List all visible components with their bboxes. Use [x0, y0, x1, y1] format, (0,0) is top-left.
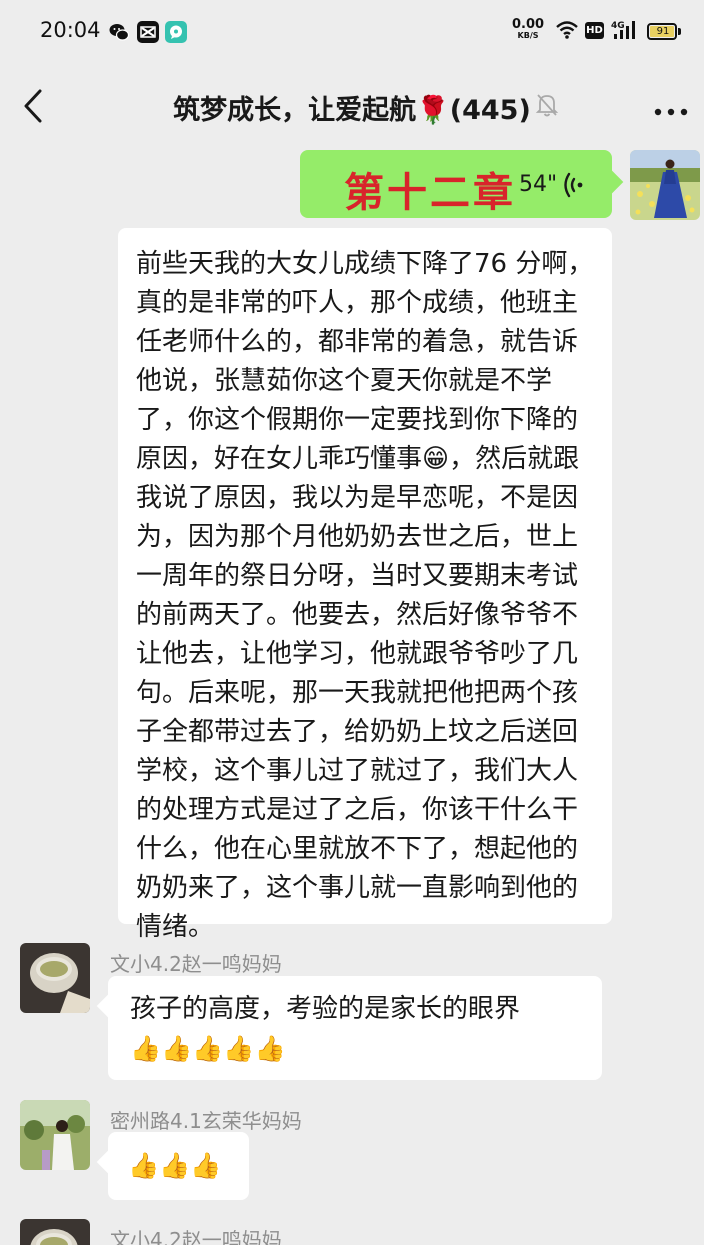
more-icon[interactable]: [654, 102, 688, 121]
network-speed: 0.00 KB/S: [512, 17, 545, 40]
message-bubble[interactable]: 孩子的高度，考验的是家长的眼界 👍👍👍👍👍: [96, 976, 602, 1080]
capcut-icon: [137, 21, 159, 43]
wechat-icon: [108, 21, 130, 43]
sender-avatar[interactable]: [20, 1219, 90, 1245]
battery-icon: 91: [647, 23, 677, 40]
muted-bell-icon: [535, 92, 559, 122]
chat-title: 筑梦成长，让爱起航🌹(445): [173, 95, 531, 126]
voice-duration: 54": [519, 172, 558, 197]
sender-name: 密州路4.1玄荣华妈妈: [110, 1109, 302, 1133]
messages-icon: [165, 21, 187, 43]
message-bubble[interactable]: 👍👍👍: [96, 1132, 249, 1200]
thumbs-up-emoji: 👍👍👍: [128, 1151, 222, 1180]
sender-name: 文小4.2赵一鸣妈妈: [110, 952, 282, 976]
wifi-icon: [555, 20, 579, 44]
back-arrow-icon[interactable]: [20, 88, 48, 128]
sender-name: 文小4.2赵一鸣妈妈: [110, 1228, 282, 1245]
message-text: 孩子的高度，考验的是家长的眼界: [130, 994, 521, 1024]
sender-avatar[interactable]: [20, 943, 90, 1013]
voice-caption: 第十二章: [344, 169, 516, 216]
voice-wave-icon: [562, 170, 586, 204]
status-time: 20:04: [40, 18, 101, 42]
message-text: 前些天我的大女儿成绩下降了76 分啊，真的是非常的吓人，那个成绩，他班主任老师什…: [136, 249, 594, 942]
signal-icon: 4G: [611, 19, 639, 45]
chat-header: 筑梦成长，让爱起航🌹(445): [0, 64, 704, 148]
my-avatar[interactable]: [630, 150, 700, 220]
thumbs-up-emoji: 👍👍👍👍👍: [130, 1034, 286, 1063]
svg-text:4G: 4G: [611, 21, 625, 31]
message-bubble[interactable]: 前些天我的大女儿成绩下降了76 分啊，真的是非常的吓人，那个成绩，他班主任老师什…: [118, 228, 612, 942]
hd-badge: HD: [585, 22, 604, 39]
sender-avatar[interactable]: [20, 1100, 90, 1170]
voice-message-bubble[interactable]: 第十二章 54": [300, 150, 624, 218]
status-bar: 20:04 0.00 KB/S HD 4G 91: [0, 0, 704, 64]
